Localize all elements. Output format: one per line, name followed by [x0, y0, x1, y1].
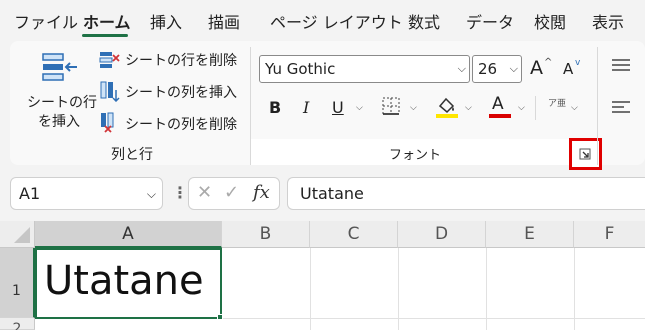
fill-color-dropdown-icon[interactable]: ⌵ [465, 103, 472, 113]
formula-input[interactable]: Utatane [287, 177, 645, 210]
select-all-button[interactable] [0, 221, 35, 248]
tab-page-layout[interactable]: ページ レイアウト [270, 9, 403, 33]
cell-a1-value: Utatane [44, 258, 204, 304]
tab-draw[interactable]: 描画 [208, 9, 240, 33]
fill-bucket-icon [436, 97, 458, 118]
column-header-e[interactable]: E [486, 221, 574, 248]
font-dialog-launcher-button[interactable] [578, 146, 592, 160]
bold-button[interactable]: B [269, 98, 281, 117]
delete-sheet-columns-label: シートの列を削除 [125, 117, 237, 133]
insert-columns-icon [100, 81, 120, 102]
delete-sheet-columns-button[interactable]: シートの列を削除 [98, 111, 258, 133]
row-header-2[interactable]: 2 [0, 318, 35, 330]
borders-dropdown-icon[interactable]: ⌵ [410, 103, 417, 113]
active-tab-indicator [82, 34, 128, 37]
underline-button[interactable]: U [332, 98, 344, 117]
select-all-icon [14, 227, 30, 243]
font-group-label: フォント [389, 148, 442, 163]
insert-rows-label-2: を挿入 [38, 114, 80, 130]
delete-sheet-rows-button[interactable]: シートの行を削除 [98, 49, 258, 71]
divider [535, 96, 536, 120]
caret-down-icon: v [575, 58, 581, 68]
shrink-font-icon: A [563, 60, 574, 78]
font-color-dropdown-icon[interactable]: ⌵ [518, 103, 525, 113]
tab-data[interactable]: データ [466, 9, 514, 33]
insert-rows-button[interactable]: シートの行 を挿入 [22, 50, 98, 132]
column-header-b[interactable]: B [222, 221, 310, 248]
formula-buttons: ✕ ✓ fx [188, 177, 280, 210]
cells-group-label: 列と行 [111, 147, 153, 163]
dialog-launcher-icon [579, 148, 591, 160]
underline-dropdown-icon[interactable]: ⌵ [356, 103, 363, 113]
tab-file[interactable]: ファイル [14, 9, 78, 33]
align-top-icon[interactable] [612, 58, 632, 74]
cell-a1[interactable]: Utatane [35, 248, 222, 319]
font-size-value: 26 [478, 60, 498, 78]
tab-review[interactable]: 校閲 [534, 9, 566, 33]
formula-value: Utatane [300, 184, 364, 203]
column-header-c[interactable]: C [310, 221, 398, 248]
font-name-value: Yu Gothic [265, 60, 336, 78]
name-box[interactable]: A1 ⌵ [10, 177, 163, 210]
caret-up-icon: ^ [544, 57, 553, 68]
column-header-f[interactable]: F [574, 221, 645, 248]
align-left-icon[interactable] [612, 100, 632, 116]
chevron-down-icon: ⌵ [457, 62, 466, 75]
tab-view[interactable]: 表示 [592, 9, 624, 33]
tab-formulas[interactable]: 数式 [408, 9, 440, 33]
phonetic-icon: ア亜 [548, 99, 567, 109]
font-color-button[interactable]: A [487, 94, 513, 120]
insert-rows-icon [42, 53, 77, 81]
name-box-value: A1 [19, 184, 41, 203]
chevron-down-icon: ⌵ [509, 62, 518, 75]
row-header-1[interactable]: 1 [0, 248, 35, 318]
phonetic-guide-button[interactable]: ア亜 [545, 96, 567, 122]
font-size-combobox[interactable]: 26 ⌵ [472, 55, 522, 83]
delete-columns-icon [101, 112, 114, 133]
borders-button[interactable] [381, 96, 403, 118]
fill-handle[interactable] [217, 314, 223, 320]
ribbon-tabs: ファイル ホーム 挿入 描画 ページ レイアウト 数式 データ 校閲 表示 [0, 0, 645, 40]
more-options-icon[interactable]: ⋮ [172, 183, 188, 202]
grow-font-icon: A [530, 57, 543, 79]
cancel-icon[interactable]: ✕ [197, 182, 212, 203]
font-color-letter: A [492, 94, 504, 114]
group-divider [250, 47, 251, 165]
delete-rows-icon [99, 52, 120, 68]
grow-font-button[interactable]: A ^ [528, 55, 554, 83]
borders-icon [382, 97, 400, 115]
group-divider [597, 47, 598, 165]
font-color-swatch [489, 114, 511, 118]
delete-sheet-rows-label: シートの行を削除 [125, 53, 237, 69]
font-name-combobox[interactable]: Yu Gothic ⌵ [259, 55, 470, 83]
insert-sheet-columns-label: シートの列を挿入 [125, 85, 237, 101]
insert-rows-label-1: シートの行 [27, 95, 97, 111]
chevron-down-icon: ⌵ [146, 187, 156, 201]
insert-function-button[interactable]: fx [253, 182, 270, 203]
enter-check-icon[interactable]: ✓ [224, 182, 239, 203]
fill-color-button[interactable] [434, 94, 460, 120]
column-header-d[interactable]: D [398, 221, 486, 248]
phonetic-dropdown-icon[interactable]: ⌵ [571, 103, 578, 113]
column-header-a[interactable]: A [35, 221, 222, 248]
tab-home[interactable]: ホーム [83, 9, 131, 33]
insert-sheet-columns-button[interactable]: シートの列を挿入 [98, 80, 258, 102]
tab-insert[interactable]: 挿入 [150, 9, 182, 33]
shrink-font-button[interactable]: A v [560, 55, 586, 83]
italic-button[interactable]: I [303, 98, 309, 117]
